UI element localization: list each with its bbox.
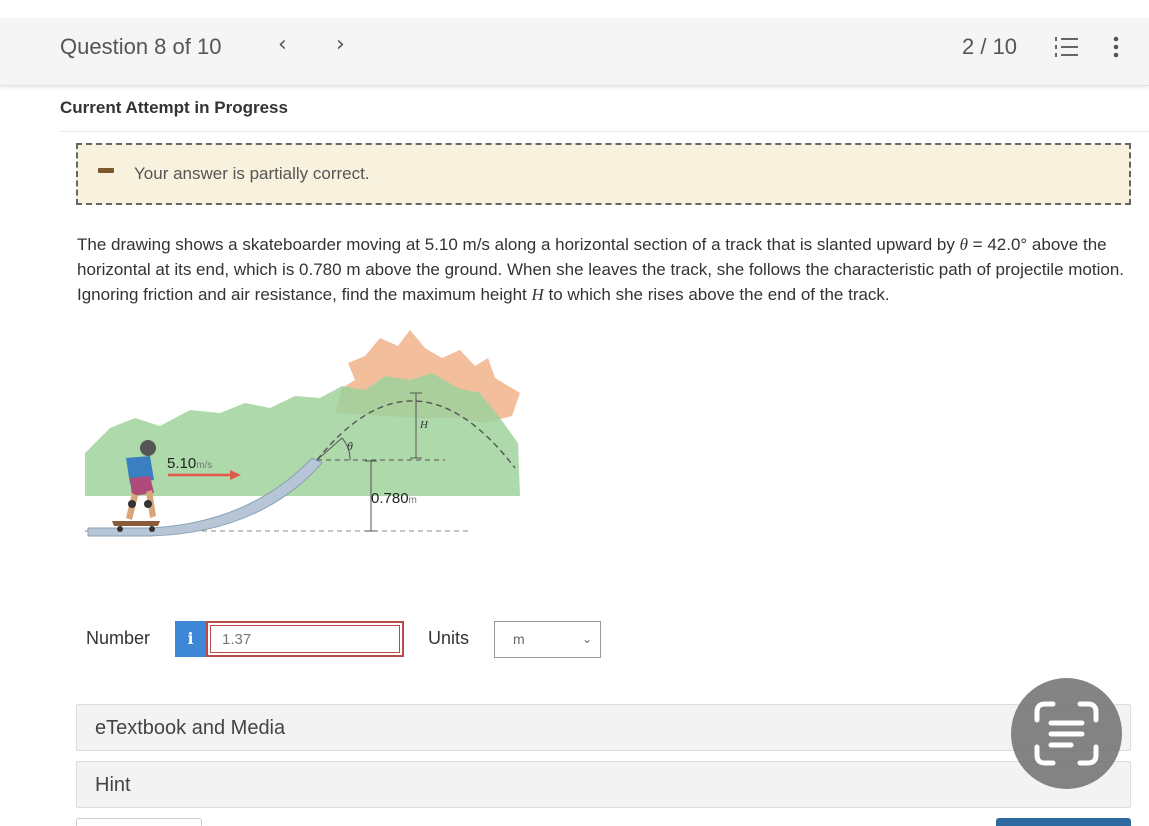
question-text: The drawing shows a skateboarder moving … <box>77 232 1127 307</box>
feedback-box: Your answer is partially correct. <box>76 143 1131 205</box>
question-text-part-3: to which she rises above the end of the … <box>543 285 890 304</box>
text-scan-icon <box>1034 701 1099 766</box>
question-number-label: Question 8 of 10 <box>60 34 222 59</box>
divider <box>60 131 1149 132</box>
number-answer-input[interactable] <box>206 621 404 657</box>
page-counter: 2 / 10 <box>962 34 1018 59</box>
units-label: Units <box>428 628 470 648</box>
chevron-down-icon: ⌄ <box>581 632 592 646</box>
height-symbol: H <box>531 285 544 304</box>
partial-dash-icon <box>98 168 114 173</box>
attempt-status: Current Attempt in Progress <box>60 98 288 117</box>
theta-label: θ <box>347 439 353 453</box>
chevron-left-icon: ‹ <box>278 32 287 57</box>
number-label: Number <box>86 628 151 648</box>
question-header: Question 8 of 10 ‹ › 2 / 10 <box>0 18 1149 86</box>
text-scan-button[interactable] <box>1011 678 1122 789</box>
hint-label: Hint <box>95 774 131 796</box>
theta-symbol: θ <box>959 235 968 254</box>
numbered-list-icon[interactable] <box>1055 36 1079 63</box>
H-label: H <box>419 419 429 431</box>
etextbook-media-panel[interactable]: eTextbook and Media <box>76 704 1131 751</box>
hint-panel[interactable]: Hint <box>76 761 1131 808</box>
vertical-dots-icon[interactable] <box>1113 36 1119 63</box>
previous-question-button[interactable]: ‹ <box>278 32 287 57</box>
submit-button[interactable] <box>996 818 1131 826</box>
etextbook-media-label: eTextbook and Media <box>95 717 286 739</box>
chevron-right-icon: › <box>336 32 345 57</box>
units-selected-value: m <box>513 631 525 647</box>
next-question-button[interactable]: › <box>336 32 345 57</box>
feedback-message: Your answer is partially correct. <box>134 164 370 183</box>
question-text-part-1: The drawing shows a skateboarder moving … <box>77 235 960 254</box>
info-icon[interactable]: i <box>175 621 206 657</box>
units-select[interactable]: m ⌄ <box>494 621 601 658</box>
bottom-left-button[interactable] <box>76 818 202 826</box>
skateboarder-diagram: θ H 0.780m 5.10m/s <box>80 318 525 548</box>
